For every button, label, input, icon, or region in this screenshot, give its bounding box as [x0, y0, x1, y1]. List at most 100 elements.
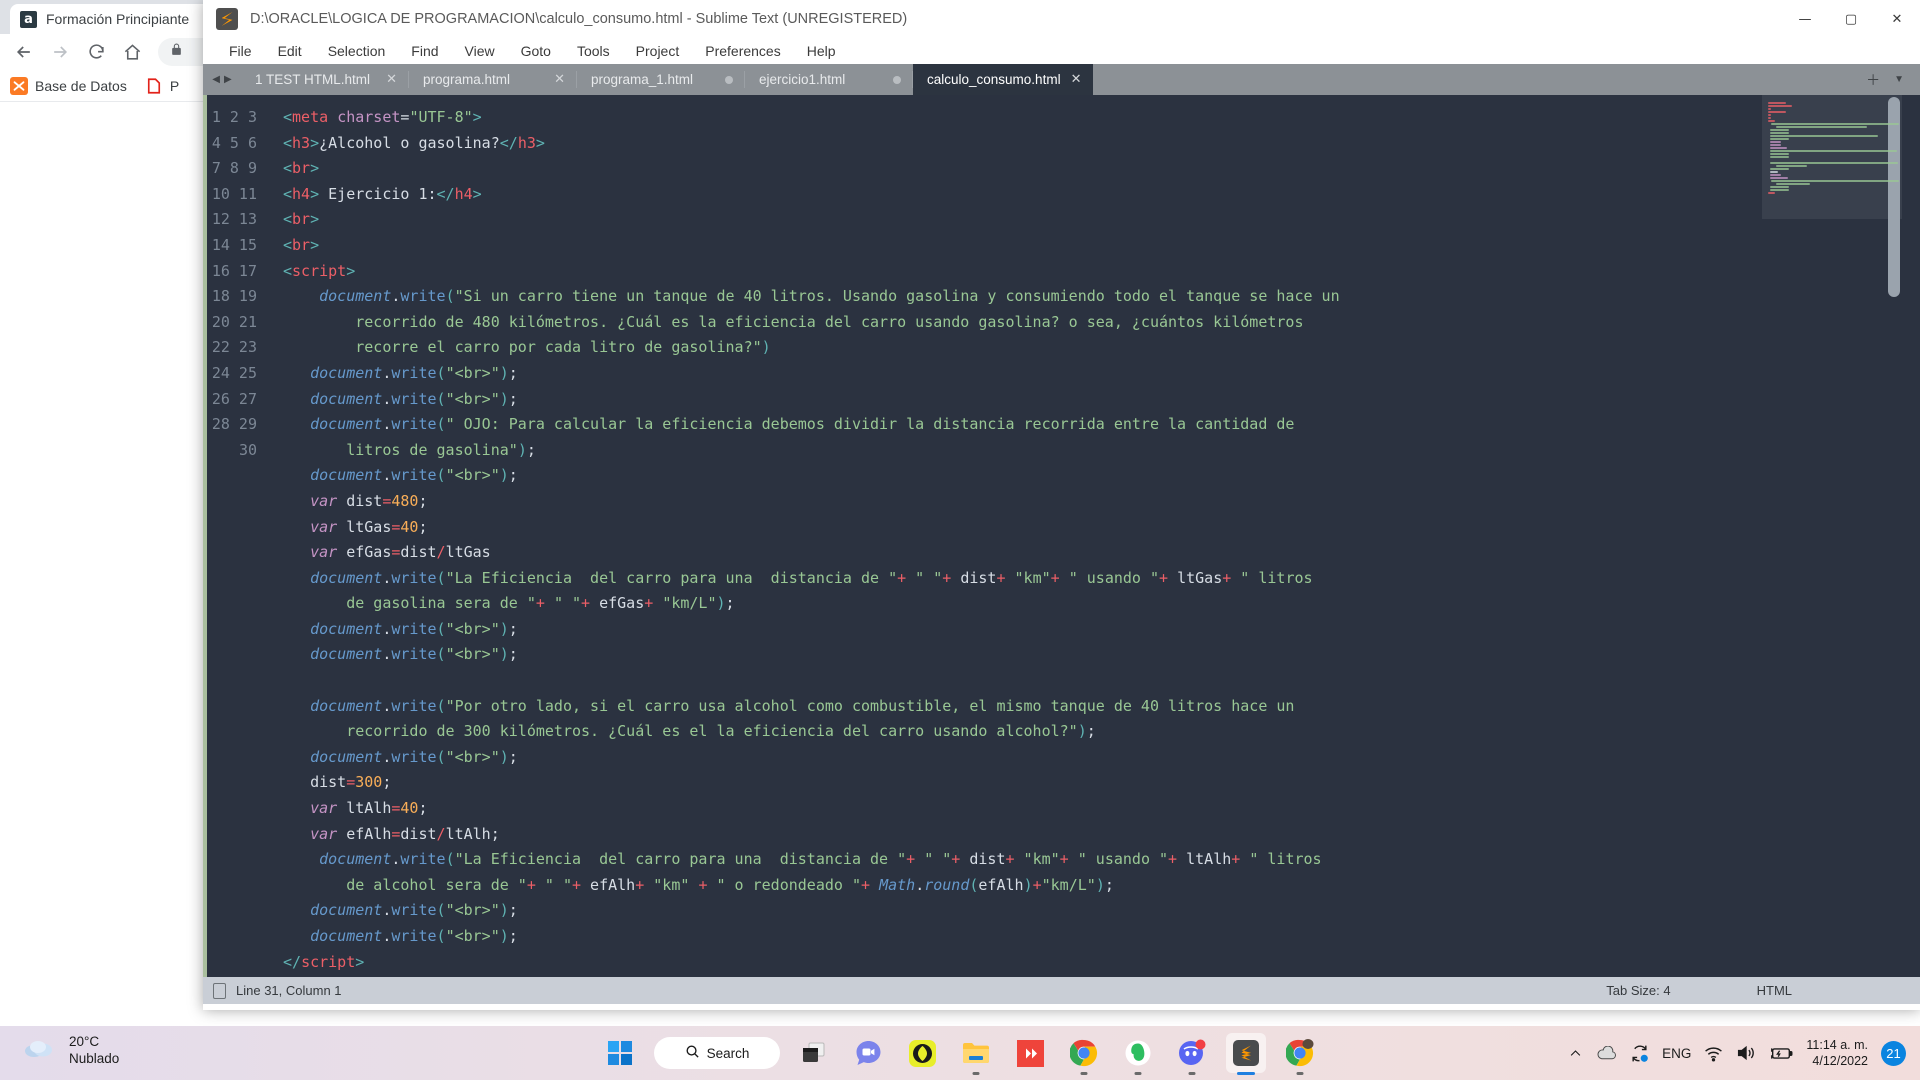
unsaved-dot-icon[interactable]: [725, 75, 733, 84]
menu-edit[interactable]: Edit: [265, 38, 315, 64]
chevron-left-icon[interactable]: ◀: [212, 74, 220, 85]
system-tray: ENG 11:14 a. m. 4/12/2022 21: [1568, 1026, 1906, 1080]
onedrive-icon[interactable]: [1596, 1045, 1617, 1061]
plus-icon[interactable]: ＋: [1866, 70, 1880, 90]
editor-tab-bar: ◀ ▶ 1 TEST HTML.html ✕ programa.html ✕ p…: [203, 64, 1920, 95]
bookmark-base-de-datos[interactable]: Base de Datos: [10, 76, 127, 95]
forward-arrow-icon[interactable]: [44, 36, 76, 68]
running-indicator: [1237, 1072, 1255, 1075]
editor-tab-ejercicio1-html[interactable]: ejercicio1.html: [745, 64, 913, 95]
running-indicator: [1296, 1072, 1304, 1075]
menu-preferences[interactable]: Preferences: [692, 38, 793, 64]
window-controls: — ▢ ✕: [1782, 0, 1920, 38]
maximize-button[interactable]: ▢: [1828, 0, 1874, 38]
menu-bar: File Edit Selection Find View Goto Tools…: [203, 38, 1920, 64]
volume-icon[interactable]: [1736, 1044, 1756, 1062]
tab-size-label[interactable]: Tab Size: 4: [1606, 983, 1670, 998]
back-arrow-icon[interactable]: [8, 36, 40, 68]
minimap-line: [1770, 150, 1898, 152]
chevron-right-icon[interactable]: ▶: [224, 74, 232, 85]
close-icon[interactable]: ✕: [386, 72, 397, 87]
menu-tools[interactable]: Tools: [564, 38, 623, 64]
xbox-icon[interactable]: [902, 1033, 942, 1073]
minimize-button[interactable]: —: [1782, 0, 1828, 38]
menu-view[interactable]: View: [452, 38, 508, 64]
chrome-icon[interactable]: [1064, 1033, 1104, 1075]
reload-icon[interactable]: [80, 36, 112, 68]
battery-charging-icon[interactable]: [1769, 1046, 1793, 1061]
status-bar: Line 31, Column 1 Tab Size: 4 HTML: [203, 977, 1920, 1004]
discord-icon[interactable]: [1172, 1033, 1212, 1075]
menu-file[interactable]: File: [216, 38, 265, 64]
weather-widget[interactable]: 20°C Nublado: [22, 1033, 119, 1067]
minimap-line: [1771, 180, 1900, 182]
bookmark-p[interactable]: P: [145, 77, 179, 95]
taskbar-center: Search: [600, 1026, 1320, 1080]
status-bar-right: Tab Size: 4 HTML: [1606, 983, 1920, 998]
file-explorer-icon[interactable]: [956, 1033, 996, 1075]
weather-temperature: 20°C: [69, 1034, 100, 1049]
pdf-icon: [145, 77, 163, 95]
editor-tab-programa-html[interactable]: programa.html ✕: [409, 64, 577, 95]
close-button[interactable]: ✕: [1874, 0, 1920, 38]
task-view-icon[interactable]: [794, 1033, 834, 1073]
anydesk-icon[interactable]: [1010, 1033, 1050, 1073]
chevron-down-icon[interactable]: ▼: [1894, 74, 1904, 85]
editor-tab-programa-1-html[interactable]: programa_1.html: [577, 64, 745, 95]
close-icon[interactable]: ✕: [1071, 72, 1082, 87]
windows-taskbar: 20°C Nublado Search ENG 11:14 a. m. 4/12…: [0, 1026, 1920, 1080]
minimap-line: [1768, 105, 1792, 107]
editor-tab-label: programa.html: [423, 72, 511, 87]
minimap-line: [1770, 132, 1790, 134]
minimap-line: [1776, 165, 1808, 167]
cloud-icon: [22, 1036, 56, 1065]
search-button[interactable]: Search: [654, 1037, 780, 1069]
bookmark-label: P: [169, 77, 180, 94]
minimap-line: [1770, 138, 1790, 140]
editor-tab-calculo-consumo-html[interactable]: calculo_consumo.html ✕: [913, 64, 1094, 95]
vertical-scrollbar[interactable]: [1888, 97, 1900, 297]
menu-goto[interactable]: Goto: [508, 38, 564, 64]
chat-teams-icon[interactable]: [848, 1033, 888, 1073]
close-icon[interactable]: ✕: [554, 72, 565, 87]
editor-tab-label: calculo_consumo.html: [927, 72, 1061, 87]
bookmark-label: Base de Datos: [35, 77, 127, 94]
minimap-line: [1776, 126, 1868, 128]
wifi-icon[interactable]: [1704, 1045, 1723, 1062]
code-content[interactable]: <meta charset="UTF-8"> <h3>¿Alcohol o ga…: [269, 95, 1920, 977]
sync-icon[interactable]: [1630, 1044, 1649, 1063]
minimap-line: [1768, 120, 1775, 122]
sublime-text-icon[interactable]: [1226, 1033, 1266, 1075]
clock-time: 11:14 a. m.: [1806, 1038, 1868, 1052]
chevron-up-icon[interactable]: [1568, 1046, 1583, 1061]
home-icon[interactable]: [116, 36, 148, 68]
editor-minimap[interactable]: [1762, 95, 1902, 977]
windows-start-icon[interactable]: [600, 1033, 640, 1073]
minimap-line: [1768, 111, 1787, 113]
tab-scroll-arrows[interactable]: ◀ ▶: [203, 64, 241, 95]
browser-tab-favicon: a: [20, 10, 37, 28]
menu-project[interactable]: Project: [623, 38, 693, 64]
code-editor[interactable]: 1 2 3 4 5 6 7 8 9 10 11 12 13 14 15 16 1…: [203, 95, 1920, 977]
weather-condition: Nublado: [69, 1051, 120, 1066]
evernote-icon[interactable]: [1118, 1033, 1158, 1075]
minimap-line: [1770, 147, 1787, 149]
clock[interactable]: 11:14 a. m. 4/12/2022: [1806, 1037, 1868, 1069]
file-icon: [213, 982, 226, 999]
menu-help[interactable]: Help: [794, 38, 849, 64]
chrome-window-icon[interactable]: [1280, 1033, 1320, 1075]
unsaved-dot-icon[interactable]: [893, 75, 901, 84]
lock-icon: [170, 43, 183, 61]
notification-badge[interactable]: 21: [1881, 1040, 1906, 1066]
search-icon: [685, 1044, 700, 1062]
minimap-line: [1770, 189, 1790, 191]
menu-find[interactable]: Find: [398, 38, 451, 64]
sublime-text-window: D:\ORACLE\LOGICA DE PROGRAMACION\calculo…: [203, 0, 1920, 1010]
syntax-label[interactable]: HTML: [1757, 983, 1792, 998]
editor-tab-1-test-html[interactable]: 1 TEST HTML.html ✕: [241, 64, 409, 95]
language-indicator[interactable]: ENG: [1662, 1046, 1691, 1061]
minimap-line: [1770, 144, 1782, 146]
minimap-line: [1770, 177, 1788, 179]
menu-selection[interactable]: Selection: [315, 38, 399, 64]
minimap-line: [1771, 123, 1900, 125]
